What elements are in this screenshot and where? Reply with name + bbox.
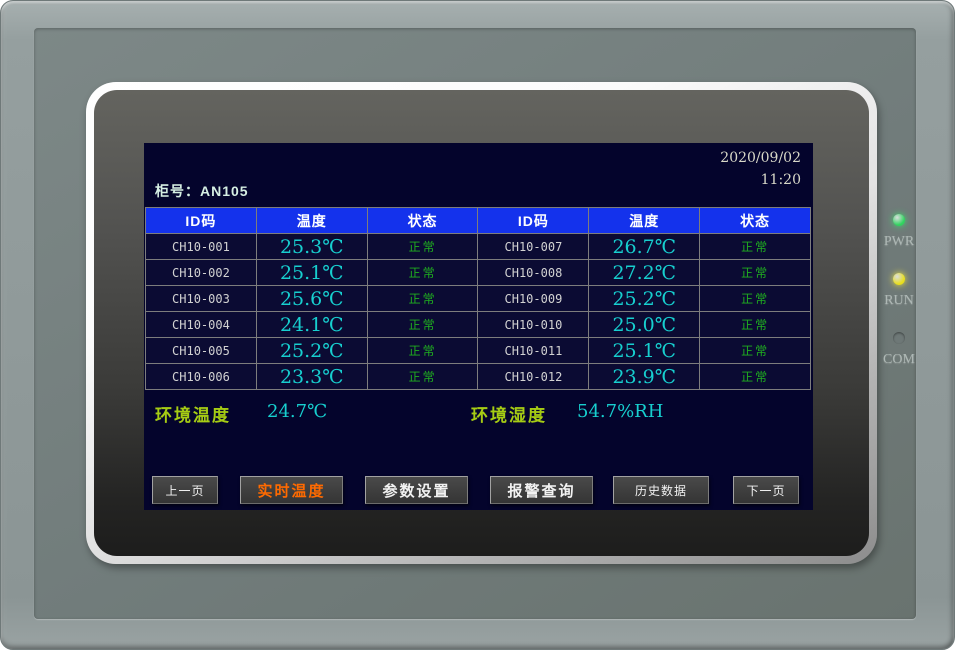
run-led-label: RUN xyxy=(877,293,921,309)
com-led-label: COM xyxy=(877,352,921,368)
cell-id: CH10-009 xyxy=(478,286,589,312)
cell-status: 正常 xyxy=(367,286,478,312)
history-data-button[interactable]: 历史数据 xyxy=(613,476,709,504)
ambient-temp-label: 环境温度 xyxy=(155,401,231,426)
pwr-led xyxy=(893,214,905,226)
hmi-panel: 2020/09/02 11:20 柜号：AN105 ID码温度状态ID码温度状态… xyxy=(0,0,955,650)
cell-id: CH10-007 xyxy=(478,234,589,260)
cell-id: CH10-005 xyxy=(146,338,257,364)
datetime-display: 2020/09/02 11:20 xyxy=(720,147,801,191)
time-text: 11:20 xyxy=(720,169,801,191)
lcd-screen: 2020/09/02 11:20 柜号：AN105 ID码温度状态ID码温度状态… xyxy=(144,143,813,510)
date-text: 2020/09/02 xyxy=(720,147,801,169)
cell-temp: 25.2℃ xyxy=(589,286,700,312)
cell-status: 正常 xyxy=(700,338,811,364)
ambient-row: 环境温度 24.7℃ 环境湿度 54.7%RH xyxy=(144,401,813,427)
realtime-temp-button[interactable]: 实时温度 xyxy=(240,476,343,504)
cell-status: 正常 xyxy=(700,286,811,312)
header-row: ID码温度状态ID码温度状态 xyxy=(146,208,811,234)
cell-status: 正常 xyxy=(367,260,478,286)
cell-status: 正常 xyxy=(367,338,478,364)
ambient-temp-value: 24.7℃ xyxy=(267,401,327,422)
prev-page-button[interactable]: 上一页 xyxy=(152,476,218,504)
cell-temp: 25.1℃ xyxy=(589,338,700,364)
table-head: ID码温度状态ID码温度状态 xyxy=(146,208,811,234)
cell-id: CH10-010 xyxy=(478,312,589,338)
cell-id: CH10-003 xyxy=(146,286,257,312)
cell-temp: 25.3℃ xyxy=(256,234,367,260)
cell-temp: 24.1℃ xyxy=(256,312,367,338)
table-row: CH10-00125.3℃正常CH10-00726.7℃正常 xyxy=(146,234,811,260)
cell-status: 正常 xyxy=(367,234,478,260)
cell-id: CH10-006 xyxy=(146,364,257,390)
table-row: CH10-00623.3℃正常CH10-01223.9℃正常 xyxy=(146,364,811,390)
column-header: ID码 xyxy=(478,208,589,234)
cell-temp: 25.1℃ xyxy=(256,260,367,286)
column-header: 温度 xyxy=(256,208,367,234)
cell-id: CH10-001 xyxy=(146,234,257,260)
pwr-led-group: PWR xyxy=(877,213,921,250)
next-page-button[interactable]: 下一页 xyxy=(733,476,799,504)
ambient-humidity-label: 环境湿度 xyxy=(471,401,547,426)
cell-temp: 27.2℃ xyxy=(589,260,700,286)
cell-status: 正常 xyxy=(700,312,811,338)
led-column: PWR RUN COM xyxy=(877,213,921,390)
ambient-humidity-value: 54.7%RH xyxy=(577,401,663,422)
cell-temp: 25.0℃ xyxy=(589,312,700,338)
cabinet-label: 柜号：AN105 xyxy=(155,181,249,201)
column-header: 状态 xyxy=(700,208,811,234)
cell-id: CH10-002 xyxy=(146,260,257,286)
cell-status: 正常 xyxy=(367,364,478,390)
cell-temp: 26.7℃ xyxy=(589,234,700,260)
com-led-group: COM xyxy=(877,331,921,368)
run-led xyxy=(893,273,905,285)
cell-temp: 25.2℃ xyxy=(256,338,367,364)
param-settings-button[interactable]: 参数设置 xyxy=(365,476,468,504)
run-led-group: RUN xyxy=(877,272,921,309)
cell-id: CH10-004 xyxy=(146,312,257,338)
alarm-query-button[interactable]: 报警查询 xyxy=(490,476,593,504)
table-row: CH10-00225.1℃正常CH10-00827.2℃正常 xyxy=(146,260,811,286)
table-row: CH10-00525.2℃正常CH10-01125.1℃正常 xyxy=(146,338,811,364)
com-led xyxy=(893,332,905,344)
cell-id: CH10-012 xyxy=(478,364,589,390)
cell-temp: 23.3℃ xyxy=(256,364,367,390)
cell-id: CH10-011 xyxy=(478,338,589,364)
cell-temp: 23.9℃ xyxy=(589,364,700,390)
table-body: CH10-00125.3℃正常CH10-00726.7℃正常CH10-00225… xyxy=(146,234,811,390)
column-header: ID码 xyxy=(146,208,257,234)
cell-temp: 25.6℃ xyxy=(256,286,367,312)
channel-table: ID码温度状态ID码温度状态 CH10-00125.3℃正常CH10-00726… xyxy=(145,207,811,390)
table-row: CH10-00424.1℃正常CH10-01025.0℃正常 xyxy=(146,312,811,338)
pwr-led-label: PWR xyxy=(877,234,921,250)
cell-status: 正常 xyxy=(700,234,811,260)
column-header: 温度 xyxy=(589,208,700,234)
cell-id: CH10-008 xyxy=(478,260,589,286)
cell-status: 正常 xyxy=(367,312,478,338)
cell-status: 正常 xyxy=(700,260,811,286)
column-header: 状态 xyxy=(367,208,478,234)
cell-status: 正常 xyxy=(700,364,811,390)
table-row: CH10-00325.6℃正常CH10-00925.2℃正常 xyxy=(146,286,811,312)
